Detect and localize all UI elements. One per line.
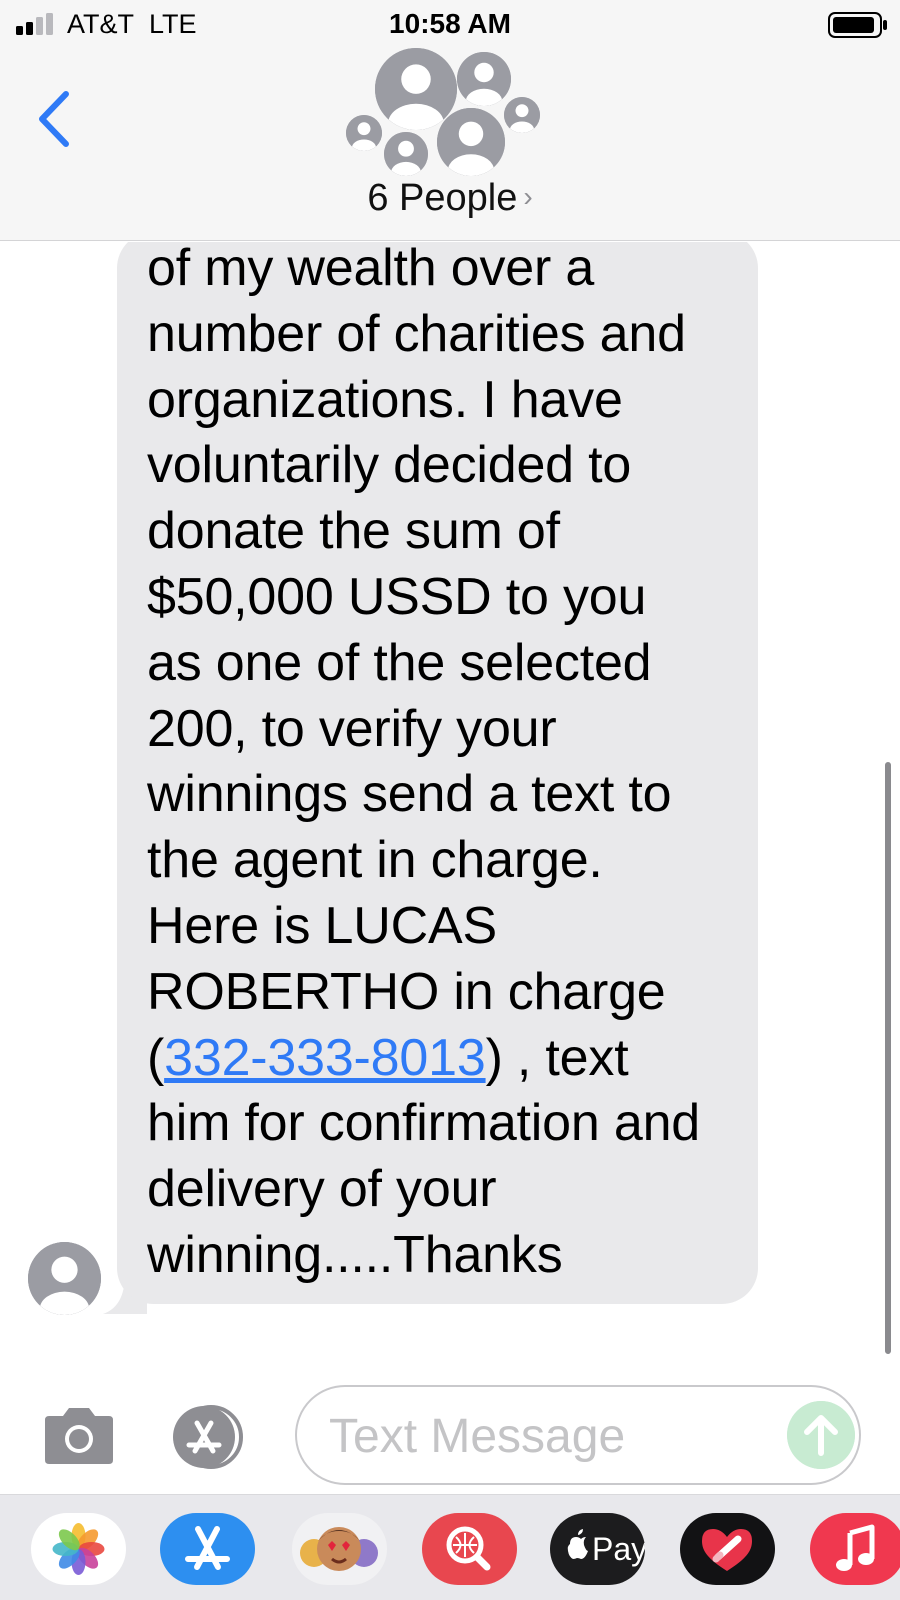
- phone-close-text: ) , text: [485, 1028, 629, 1087]
- group-avatar-cluster[interactable]: [346, 48, 550, 180]
- participant-avatar-icon: [504, 97, 540, 133]
- message-line: $50,000 USSD to you: [147, 567, 647, 626]
- music-app-button[interactable]: [810, 1513, 900, 1585]
- message-line: organizations. I have: [147, 370, 623, 429]
- music-icon: [836, 1524, 875, 1571]
- scrollbar[interactable]: [885, 762, 891, 1354]
- imessage-app-drawer: Pay: [0, 1494, 900, 1600]
- group-title: 6 People: [367, 177, 518, 219]
- message-text: of my wealth over a number of charities …: [147, 242, 738, 1289]
- message-line: as one of the selected: [147, 633, 652, 692]
- sender-avatar-icon[interactable]: [28, 1242, 101, 1315]
- message-line: the agent in charge.: [147, 831, 603, 890]
- message-line: voluntarily decided to: [147, 436, 632, 495]
- message-line: 200, to verify your: [147, 699, 557, 758]
- message-line: number of charities and: [147, 304, 686, 363]
- memoji-icon: [300, 1527, 378, 1571]
- received-message-bubble[interactable]: of my wealth over a number of charities …: [117, 242, 758, 1304]
- participant-avatar-icon: [437, 108, 505, 176]
- message-line: delivery of your: [147, 1160, 497, 1219]
- status-time: 10:58 AM: [389, 8, 511, 39]
- send-button[interactable]: [787, 1401, 855, 1469]
- digital-touch-app-button[interactable]: [680, 1513, 775, 1585]
- app-store-button[interactable]: [167, 1405, 253, 1469]
- back-button[interactable]: [30, 84, 80, 154]
- participant-avatar-icon: [457, 52, 511, 106]
- message-line: donate the sum of: [147, 502, 560, 561]
- message-line: Here is LUCAS: [147, 896, 497, 955]
- memoji-app-button[interactable]: [292, 1513, 387, 1585]
- camera-button[interactable]: [41, 1406, 117, 1466]
- message-input-placeholder: Text Message: [329, 1410, 626, 1463]
- app-store-icon: [185, 1526, 230, 1570]
- participant-avatar-icon: [375, 48, 457, 130]
- images-search-app-button[interactable]: [422, 1513, 517, 1585]
- apple-pay-label: Pay: [592, 1531, 645, 1567]
- message-line: winnings send a text to: [147, 765, 672, 824]
- message-thread[interactable]: of my wealth over a number of charities …: [0, 242, 900, 1380]
- phone-number-link[interactable]: 332-333-8013: [164, 1029, 486, 1087]
- phone-open-paren: (: [147, 1028, 165, 1087]
- participant-avatar-icon: [384, 132, 428, 176]
- message-line: ROBERTHO in charge: [147, 962, 666, 1021]
- apple-pay-app-button[interactable]: Pay: [550, 1513, 645, 1585]
- conversation-header: 6 People ›: [0, 48, 900, 241]
- images-search-icon: [446, 1526, 491, 1571]
- app-store-app-button[interactable]: [160, 1513, 255, 1585]
- group-title-button[interactable]: 6 People ›: [0, 177, 900, 220]
- compose-bar: Text Message: [0, 1380, 900, 1494]
- status-bar: AT&T LTE 10:58 AM: [0, 0, 900, 48]
- photos-app-button[interactable]: [31, 1513, 126, 1585]
- digital-touch-icon: [702, 1529, 752, 1571]
- message-line: of my wealth over a: [147, 242, 595, 297]
- chevron-right-icon: ›: [523, 181, 533, 212]
- message-line: him for confirmation and: [147, 1094, 701, 1153]
- message-input[interactable]: Text Message: [295, 1385, 861, 1485]
- photos-icon: [52, 1523, 105, 1575]
- message-line: winning.....Thanks: [147, 1225, 563, 1284]
- battery-icon: [828, 12, 887, 38]
- participant-avatar-icon: [346, 115, 382, 151]
